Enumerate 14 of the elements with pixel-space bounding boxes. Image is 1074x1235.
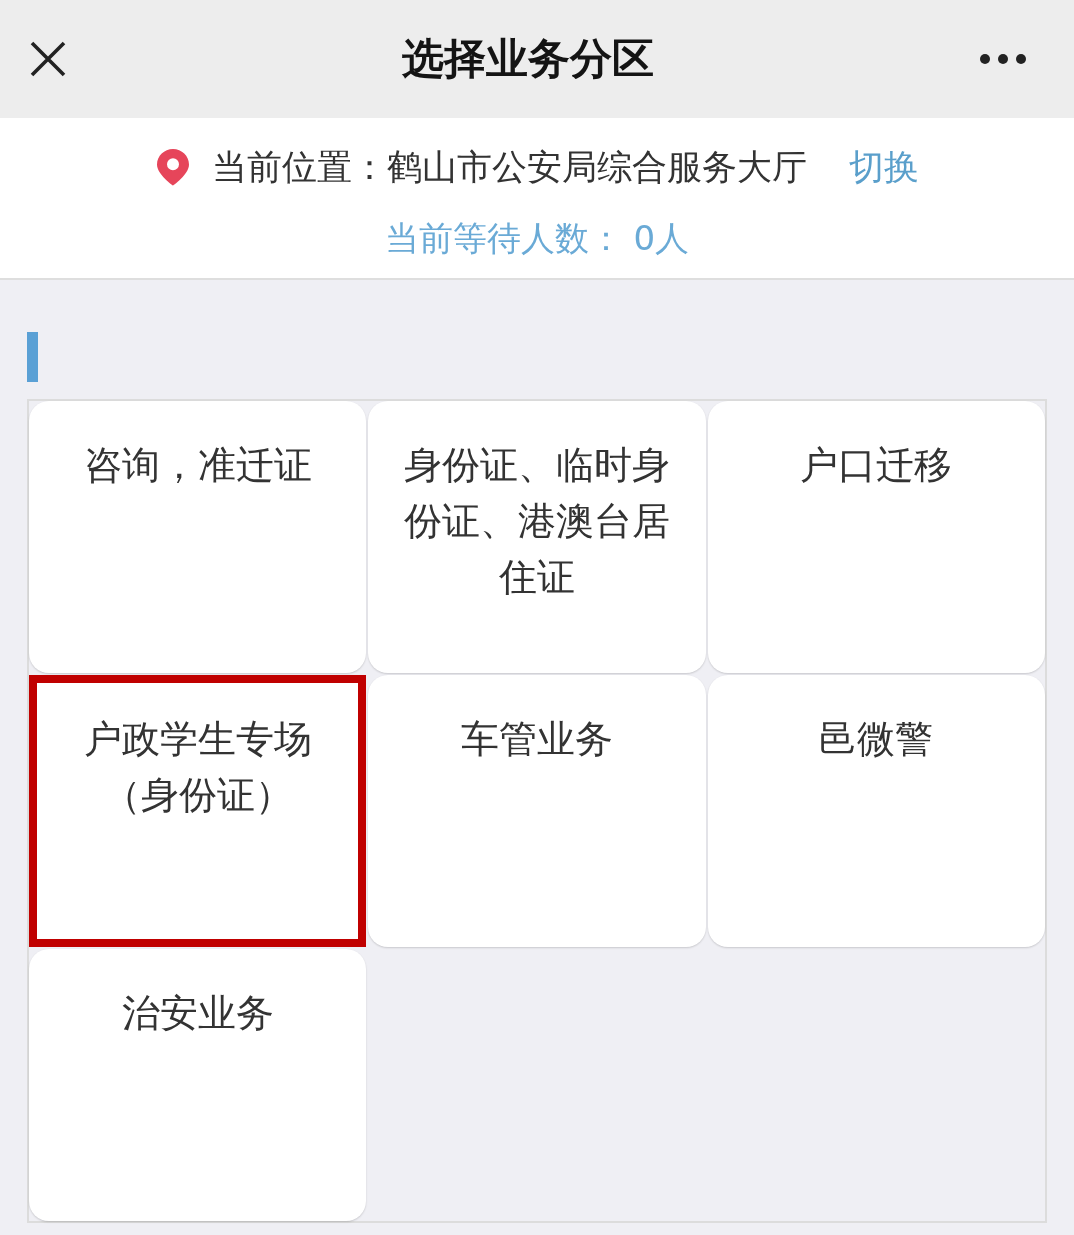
service-zone-tile[interactable]: 户政学生专场（身份证） xyxy=(29,675,367,947)
section-bar-icon xyxy=(27,332,38,382)
close-icon[interactable] xyxy=(30,41,66,77)
service-zone-tile[interactable]: 户口迁移 xyxy=(707,401,1045,673)
waiting-count-text: 当前等待人数： 0人 xyxy=(384,217,690,260)
service-zone-tile[interactable]: 车管业务 xyxy=(368,675,706,947)
service-zone-tile[interactable]: 咨询，准迁证 xyxy=(29,401,367,673)
page-title: 选择业务分区 xyxy=(402,33,654,85)
more-icon[interactable] xyxy=(980,54,1026,64)
location-pin-icon xyxy=(155,148,190,186)
current-location-text: 当前位置：鹤山市公安局综合服务大厅 xyxy=(211,146,807,189)
service-zone-tile[interactable]: 邑微警 xyxy=(707,675,1045,947)
service-zone-tile[interactable]: 身份证、临时身份证、港澳台居住证 xyxy=(368,401,706,673)
service-zone-tile[interactable]: 治安业务 xyxy=(29,949,367,1221)
